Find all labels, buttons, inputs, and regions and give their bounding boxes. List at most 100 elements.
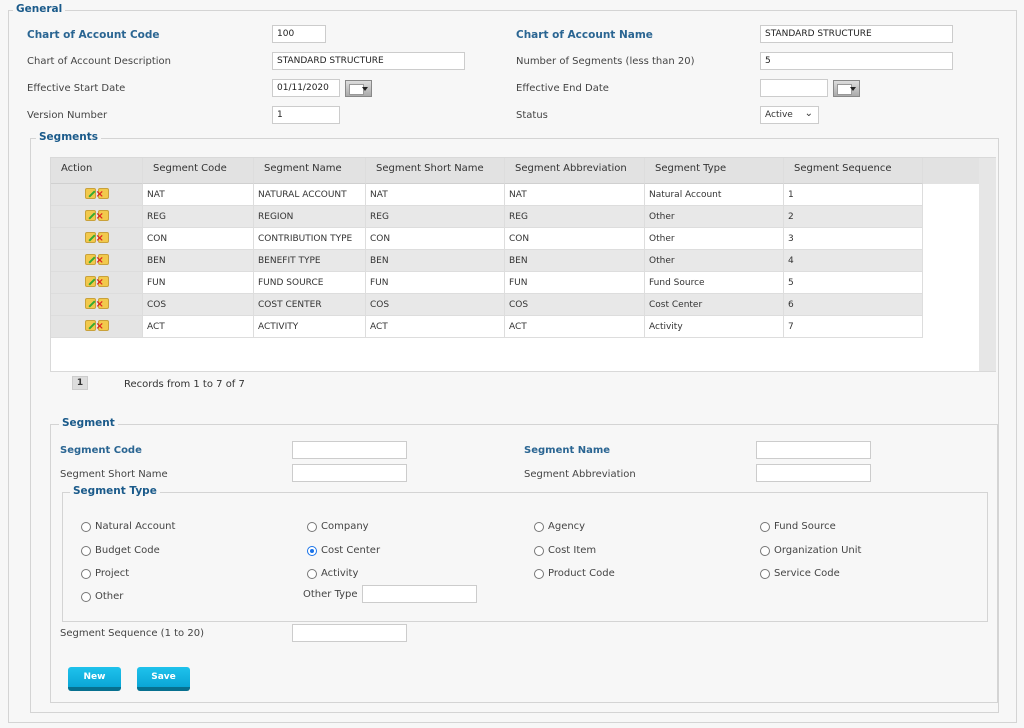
start-date-input[interactable]: 01/11/2020 <box>272 79 340 97</box>
segment-legend: Segment <box>59 417 118 429</box>
radio-circle[interactable] <box>81 545 91 556</box>
radio-fund-source[interactable]: Fund Source <box>760 521 836 532</box>
segment-short-label: Segment Short Name <box>60 469 168 480</box>
delete-icon[interactable] <box>96 210 109 222</box>
cell-segment-abbreviation: ACT <box>505 316 645 338</box>
col-segment-abbreviation[interactable]: Segment Abbreviation <box>505 158 645 184</box>
radio-natural-account[interactable]: Natural Account <box>81 521 175 532</box>
table-row[interactable]: COSCOST CENTERCOSCOSCost Center6 <box>51 294 923 316</box>
delete-icon[interactable] <box>96 232 109 244</box>
table-row[interactable]: FUNFUND SOURCEFUNFUNFund Source5 <box>51 272 923 294</box>
end-date-label: Effective End Date <box>516 83 609 94</box>
cell-segment-abbreviation: FUN <box>505 272 645 294</box>
radio-circle[interactable] <box>760 545 770 556</box>
cell-segment-code: ACT <box>143 316 254 338</box>
segment-code-input[interactable] <box>292 441 407 459</box>
segment-short-input[interactable] <box>292 464 407 482</box>
radio-agency[interactable]: Agency <box>534 521 585 532</box>
cell-segment-code: REG <box>143 206 254 228</box>
table-row[interactable]: BENBENEFIT TYPEBENBENOther4 <box>51 250 923 272</box>
edit-icon[interactable] <box>84 276 96 287</box>
table-row[interactable]: CONCONTRIBUTION TYPECONCONOther3 <box>51 228 923 250</box>
radio-circle[interactable] <box>534 545 544 556</box>
coa-name-input[interactable]: STANDARD STRUCTURE <box>760 25 953 43</box>
radio-service-code[interactable]: Service Code <box>760 568 840 579</box>
row-actions <box>51 294 143 316</box>
status-value: Active <box>765 110 793 120</box>
row-actions <box>51 206 143 228</box>
radio-company[interactable]: Company <box>307 521 369 532</box>
radio-budget-code[interactable]: Budget Code <box>81 545 160 556</box>
radio-activity[interactable]: Activity <box>307 568 358 579</box>
radio-organization-unit[interactable]: Organization Unit <box>760 545 861 556</box>
radio-circle[interactable] <box>534 568 544 579</box>
edit-icon[interactable] <box>84 232 96 243</box>
radio-circle[interactable] <box>307 521 317 532</box>
col-segment-sequence[interactable]: Segment Sequence <box>784 158 923 184</box>
radio-circle[interactable] <box>307 545 317 556</box>
num-segments-input[interactable]: 5 <box>760 52 953 70</box>
segment-abbr-input[interactable] <box>756 464 871 482</box>
radio-circle[interactable] <box>81 521 91 532</box>
cell-segment-sequence: 4 <box>784 250 923 272</box>
delete-icon[interactable] <box>96 276 109 288</box>
table-row[interactable]: ACTACTIVITYACTACTActivity7 <box>51 316 923 338</box>
radio-project[interactable]: Project <box>81 568 129 579</box>
segment-type-fieldset <box>62 492 988 622</box>
radio-circle[interactable] <box>81 568 91 579</box>
radio-cost-center[interactable]: Cost Center <box>307 545 380 556</box>
calendar-icon[interactable] <box>833 80 860 97</box>
status-select[interactable]: Active ⌄ <box>760 106 819 124</box>
edit-icon[interactable] <box>84 320 96 331</box>
cell-segment-name: NATURAL ACCOUNT <box>254 184 366 206</box>
save-button[interactable]: Save <box>137 667 190 691</box>
edit-icon[interactable] <box>84 210 96 221</box>
radio-label: Cost Item <box>548 545 597 556</box>
cell-segment-short-name: BEN <box>366 250 505 272</box>
version-input[interactable]: 1 <box>272 106 340 124</box>
radio-product-code[interactable]: Product Code <box>534 568 615 579</box>
edit-icon[interactable] <box>84 254 96 265</box>
coa-code-input[interactable]: 100 <box>272 25 326 43</box>
table-row[interactable]: REGREGIONREGREGOther2 <box>51 206 923 228</box>
coa-code-label: Chart of Account Code <box>27 29 160 41</box>
cell-segment-name: COST CENTER <box>254 294 366 316</box>
delete-icon[interactable] <box>96 188 109 200</box>
grid-scroll-area[interactable] <box>979 158 996 371</box>
row-actions <box>51 250 143 272</box>
delete-icon[interactable] <box>96 298 109 310</box>
radio-circle[interactable] <box>760 568 770 579</box>
coa-desc-input[interactable]: STANDARD STRUCTURE <box>272 52 465 70</box>
col-segment-type[interactable]: Segment Type <box>645 158 784 184</box>
cell-segment-abbreviation: CON <box>505 228 645 250</box>
edit-icon[interactable] <box>84 188 96 199</box>
segment-sequence-input[interactable] <box>292 624 407 642</box>
radio-circle[interactable] <box>534 521 544 532</box>
edit-icon[interactable] <box>84 298 96 309</box>
end-date-input[interactable] <box>760 79 828 97</box>
new-button[interactable]: New <box>68 667 121 691</box>
radio-circle[interactable] <box>307 568 317 579</box>
col-action: Action <box>51 158 143 184</box>
radio-circle[interactable] <box>81 591 91 602</box>
radio-circle[interactable] <box>760 521 770 532</box>
delete-icon[interactable] <box>96 254 109 266</box>
col-segment-short-name[interactable]: Segment Short Name <box>366 158 505 184</box>
radio-cost-item[interactable]: Cost Item <box>534 545 596 556</box>
radio-other[interactable]: Other <box>81 591 123 602</box>
col-segment-name[interactable]: Segment Name <box>254 158 366 184</box>
radio-label: Budget Code <box>95 545 160 556</box>
cell-segment-sequence: 1 <box>784 184 923 206</box>
cell-segment-code: BEN <box>143 250 254 272</box>
delete-icon[interactable] <box>96 320 109 332</box>
table-row[interactable]: NATNATURAL ACCOUNTNATNATNatural Account1 <box>51 184 923 206</box>
col-segment-code[interactable]: Segment Code <box>143 158 254 184</box>
row-actions <box>51 228 143 250</box>
cell-segment-code: CON <box>143 228 254 250</box>
other-type-input[interactable] <box>362 585 477 603</box>
pager-page-1[interactable]: 1 <box>72 376 88 390</box>
segment-name-input[interactable] <box>756 441 871 459</box>
general-legend: General <box>13 3 66 15</box>
calendar-icon[interactable] <box>345 80 372 97</box>
cell-segment-sequence: 5 <box>784 272 923 294</box>
